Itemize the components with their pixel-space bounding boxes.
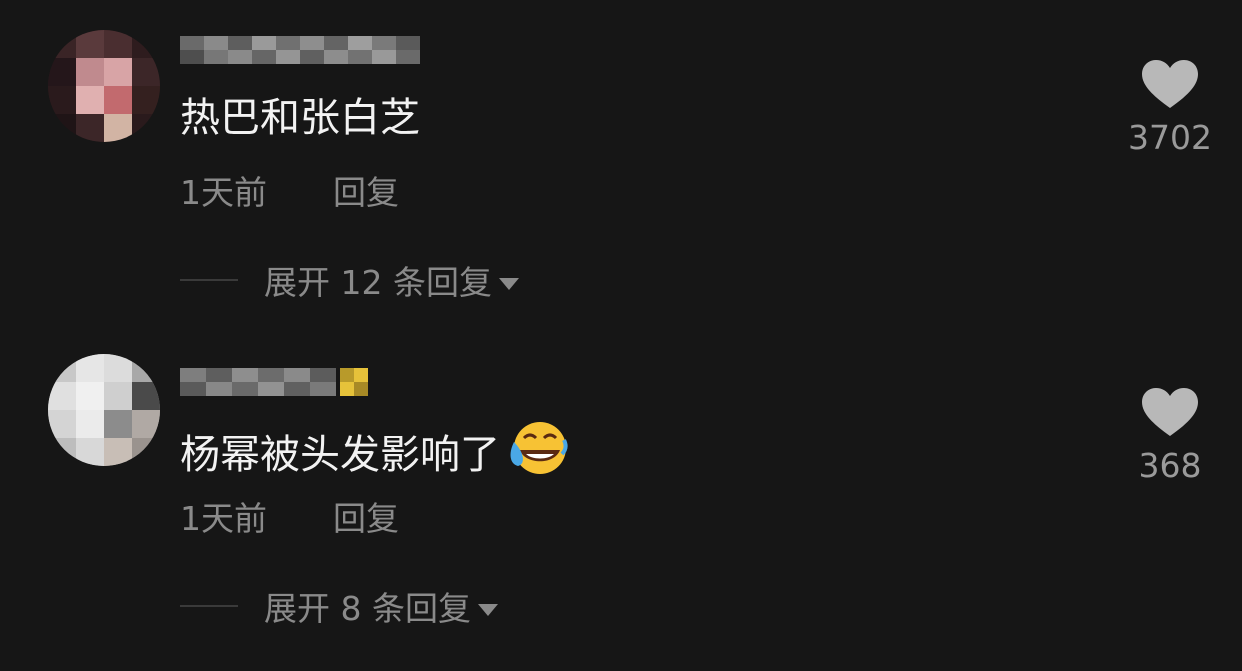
- username-blurred[interactable]: [180, 30, 420, 70]
- avatar[interactable]: [48, 30, 160, 142]
- reply-button[interactable]: 回复: [333, 499, 399, 539]
- heart-icon: [1142, 388, 1198, 436]
- caret-down-icon: [498, 261, 520, 300]
- timestamp: 1天前: [180, 499, 267, 538]
- expand-replies-label: 展开 8 条回复: [264, 589, 471, 628]
- avatar[interactable]: [48, 354, 160, 466]
- timestamp: 1天前: [180, 173, 267, 212]
- expand-replies-button[interactable]: 展开 12 条回复: [180, 260, 520, 302]
- like-button[interactable]: 368: [1110, 388, 1230, 486]
- like-count: 368: [1138, 446, 1202, 485]
- comment-text-label: 热巴和张白芝: [180, 95, 420, 141]
- comment-text[interactable]: 热巴和张白芝: [180, 92, 420, 144]
- expand-replies-button[interactable]: 展开 8 条回复: [180, 586, 499, 628]
- like-count: 3702: [1128, 118, 1212, 157]
- username-blurred[interactable]: [180, 362, 400, 402]
- caret-down-icon: [477, 587, 499, 626]
- comment-item: 杨幂被头发影响了 1天前 回复 展开 8 条回复 368: [0, 330, 1242, 671]
- divider-line: [180, 279, 238, 281]
- comment-meta: 1天前 回复: [180, 173, 399, 213]
- comment-item: 热巴和张白芝 1天前 回复 展开 12 条回复 3702: [0, 0, 1242, 330]
- like-button[interactable]: 3702: [1110, 60, 1230, 158]
- laughing-crying-emoji-icon: [506, 420, 568, 489]
- comment-text-label: 杨幂被头发影响了: [180, 431, 500, 478]
- divider-line: [180, 605, 238, 607]
- expand-replies-label: 展开 12 条回复: [264, 263, 492, 302]
- comment-meta: 1天前 回复: [180, 499, 399, 539]
- reply-button[interactable]: 回复: [333, 173, 399, 213]
- comment-text[interactable]: 杨幂被头发影响了: [180, 420, 568, 489]
- heart-icon: [1142, 60, 1198, 108]
